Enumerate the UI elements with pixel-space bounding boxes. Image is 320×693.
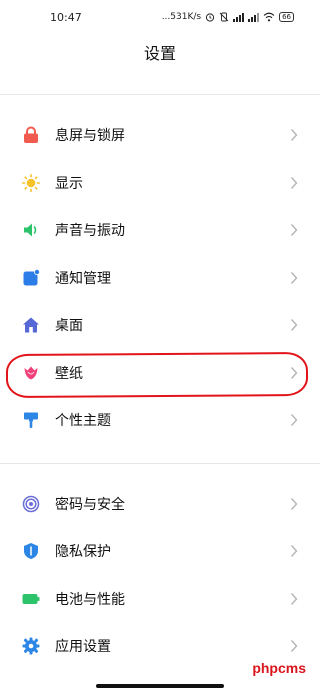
mute-icon [219,12,229,22]
chevron-right-icon [290,497,298,510]
chevron-right-icon [290,318,298,331]
brush-icon [24,412,38,428]
settings-item-desktop[interactable]: 桌面 [0,301,320,348]
settings-item-sound[interactable]: 声音与振动 [0,206,320,253]
chevron-right-icon [290,223,298,236]
settings-item-display[interactable]: 显示 [0,159,320,206]
settings-item-label: 应用设置 [55,638,111,655]
notification-icon [23,268,40,285]
chevron-right-icon [290,413,298,426]
chevron-right-icon [290,544,298,557]
settings-item-label: 电池与性能 [55,591,125,608]
wifi-icon [263,12,275,22]
signal-icon [233,12,245,22]
sun-icon [22,173,40,192]
net-speed: ...531K/s [161,12,202,22]
settings-item-label: 声音与振动 [55,222,125,239]
home-indicator[interactable] [96,684,224,688]
gear-icon [22,637,40,654]
settings-item-label: 个性主题 [55,412,111,429]
settings-item-password-security[interactable]: 密码与安全 [0,480,320,527]
highlight-annotation [5,351,309,399]
watermark-text: phpcms [252,660,306,676]
status-time: 10:47 [50,10,82,24]
alarm-icon [205,13,215,22]
page-title: 设置 [143,44,176,63]
speaker-icon [24,223,37,236]
lock-icon [24,126,38,143]
chevron-right-icon [290,592,298,605]
settings-item-label: 桌面 [55,317,83,334]
settings-item-label: 隐私保护 [55,543,111,560]
group-divider [0,463,320,464]
settings-item-lockscreen[interactable]: 息屏与锁屏 [0,111,320,158]
header-divider [0,94,320,95]
chevron-right-icon [290,271,298,284]
settings-item-label: 息屏与锁屏 [55,127,125,144]
settings-item-privacy[interactable]: 隐私保护 [0,527,320,574]
settings-item-label: 显示 [55,175,83,192]
status-icons: ...531K/s 66 [162,12,294,22]
settings-item-label: 密码与安全 [55,496,125,513]
shield-icon [24,542,38,559]
battery-icon [22,593,40,604]
chevron-right-icon [290,176,298,189]
status-bar: 10:47 ...531K/s 66 [0,0,320,34]
settings-item-notifications[interactable]: 通知管理 [0,254,320,301]
settings-item-label: 通知管理 [55,270,111,287]
signal-2-icon [248,12,260,22]
settings-item-battery[interactable]: 电池与性能 [0,575,320,622]
chevron-right-icon [290,128,298,141]
battery-indicator: 66 [279,12,294,22]
fingerprint-icon [22,495,40,512]
settings-item-themes[interactable]: 个性主题 [0,396,320,443]
home-icon [23,317,39,332]
chevron-right-icon [290,639,298,652]
